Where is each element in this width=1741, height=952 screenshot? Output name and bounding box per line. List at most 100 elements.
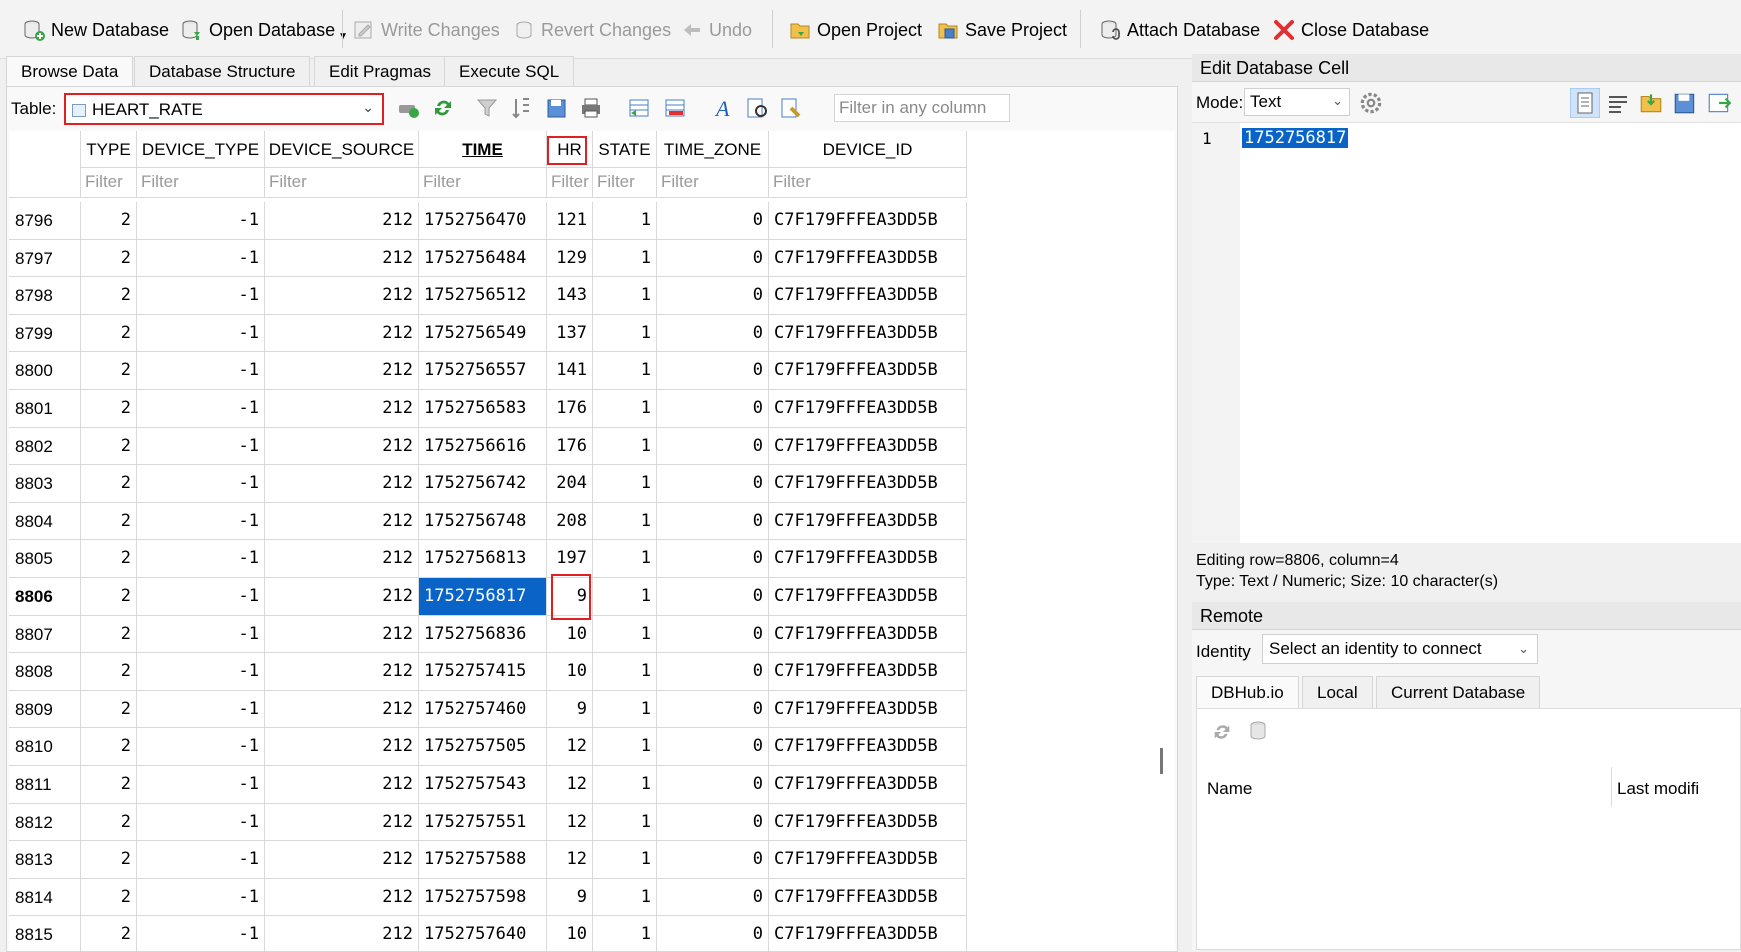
table-cell[interactable]: 10: [547, 615, 593, 654]
table-cell[interactable]: 1752757543: [419, 766, 547, 804]
column-filter-input[interactable]: Filter: [81, 168, 137, 198]
column-header-name[interactable]: Name: [1207, 769, 1252, 809]
column-filter-input[interactable]: Filter: [265, 168, 419, 198]
table-cell[interactable]: C7F179FFFEA3DD5B: [769, 390, 967, 428]
row-header[interactable]: 8800: [9, 352, 81, 390]
table-cell[interactable]: 1752756470: [419, 202, 547, 240]
text-mode-icon[interactable]: [1570, 88, 1600, 118]
column-filter-input[interactable]: Filter: [769, 168, 967, 198]
table-cell[interactable]: 1: [593, 202, 657, 240]
table-cell[interactable]: 1: [593, 540, 657, 578]
table-cell[interactable]: -1: [137, 615, 265, 654]
column-filter-input[interactable]: Filter: [137, 168, 265, 198]
tab-dbhub[interactable]: DBHub.io: [1196, 676, 1299, 709]
save-results-icon[interactable]: [545, 96, 569, 120]
table-cell[interactable]: 212: [265, 352, 419, 390]
table-cell[interactable]: 1: [593, 841, 657, 879]
table-cell[interactable]: 2: [81, 277, 137, 315]
row-header[interactable]: 8801: [9, 390, 81, 428]
attach-database-button[interactable]: Attach Database: [1098, 8, 1260, 52]
row-header[interactable]: 8796: [9, 202, 81, 240]
table-cell[interactable]: 0: [657, 878, 769, 917]
table-cell[interactable]: 12: [547, 728, 593, 766]
tab-edit-pragmas[interactable]: Edit Pragmas: [314, 56, 447, 87]
tab-browse-data[interactable]: Browse Data: [6, 56, 134, 87]
table-cell[interactable]: 2: [81, 578, 137, 616]
cell-editor-text[interactable]: 1752756817: [1242, 128, 1349, 148]
table-cell[interactable]: -1: [137, 239, 265, 278]
table-cell[interactable]: 1752756817: [419, 578, 547, 616]
revert-changes-button[interactable]: Revert Changes: [512, 8, 671, 52]
table-cell[interactable]: 1: [593, 615, 657, 654]
table-cell[interactable]: 1: [593, 239, 657, 278]
table-cell[interactable]: 176: [547, 427, 593, 466]
table-cell[interactable]: 9: [547, 690, 593, 729]
table-cell[interactable]: -1: [137, 766, 265, 804]
table-cell[interactable]: -1: [137, 502, 265, 541]
table-cell[interactable]: 208: [547, 502, 593, 541]
table-cell[interactable]: 0: [657, 352, 769, 390]
table-cell[interactable]: 12: [547, 841, 593, 879]
table-select[interactable]: HEART_RATE ⌄: [64, 93, 384, 125]
table-cell[interactable]: 197: [547, 540, 593, 578]
row-header[interactable]: 8797: [9, 239, 81, 278]
table-cell[interactable]: -1: [137, 878, 265, 917]
table-cell[interactable]: 0: [657, 390, 769, 428]
open-project-button[interactable]: Open Project: [788, 8, 922, 52]
table-cell[interactable]: 2: [81, 239, 137, 278]
table-cell[interactable]: 1752756583: [419, 390, 547, 428]
table-cell[interactable]: 10: [547, 916, 593, 951]
tab-execute-sql[interactable]: Execute SQL: [444, 56, 575, 87]
table-cell[interactable]: C7F179FFFEA3DD5B: [769, 916, 967, 951]
row-header[interactable]: 8813: [9, 841, 81, 879]
find-replace-icon[interactable]: [779, 96, 803, 120]
row-header[interactable]: 8802: [9, 427, 81, 466]
table-cell[interactable]: 0: [657, 277, 769, 315]
column-filter-input[interactable]: Filter: [593, 168, 657, 198]
table-cell[interactable]: 1752756512: [419, 277, 547, 315]
table-cell[interactable]: 1752756748: [419, 502, 547, 541]
row-header[interactable]: 8811: [9, 766, 81, 804]
table-cell[interactable]: -1: [137, 465, 265, 503]
export-file-icon[interactable]: [1672, 90, 1698, 116]
table-cell[interactable]: 2: [81, 916, 137, 951]
table-cell[interactable]: 212: [265, 314, 419, 353]
identity-select[interactable]: Select an identity to connect ⌄: [1262, 634, 1538, 664]
row-header[interactable]: 8815: [9, 916, 81, 951]
table-cell[interactable]: -1: [137, 841, 265, 879]
table-cell[interactable]: 2: [81, 653, 137, 691]
column-header-device-source[interactable]: DEVICE_SOURCE: [265, 131, 419, 168]
table-cell[interactable]: 1752757505: [419, 728, 547, 766]
table-cell[interactable]: 0: [657, 653, 769, 691]
table-cell[interactable]: 1752757551: [419, 803, 547, 842]
table-cell[interactable]: 9: [547, 878, 593, 917]
table-cell[interactable]: -1: [137, 540, 265, 578]
table-cell[interactable]: 12: [547, 803, 593, 842]
table-cell[interactable]: 212: [265, 690, 419, 729]
tab-database-structure[interactable]: Database Structure: [134, 56, 311, 87]
table-cell[interactable]: 1: [593, 878, 657, 917]
table-cell[interactable]: 1752756813: [419, 540, 547, 578]
table-cell[interactable]: C7F179FFFEA3DD5B: [769, 239, 967, 278]
column-header-state[interactable]: STATE: [593, 131, 657, 168]
table-cell[interactable]: C7F179FFFEA3DD5B: [769, 615, 967, 654]
table-cell[interactable]: 212: [265, 841, 419, 879]
write-changes-button[interactable]: Write Changes: [352, 8, 500, 52]
table-cell[interactable]: 0: [657, 427, 769, 466]
table-cell[interactable]: C7F179FFFEA3DD5B: [769, 202, 967, 240]
table-cell[interactable]: C7F179FFFEA3DD5B: [769, 728, 967, 766]
table-cell[interactable]: 212: [265, 578, 419, 616]
table-cell[interactable]: 129: [547, 239, 593, 278]
table-cell[interactable]: 0: [657, 239, 769, 278]
table-cell[interactable]: -1: [137, 803, 265, 842]
table-cell[interactable]: -1: [137, 202, 265, 240]
sync-icon[interactable]: [1211, 721, 1233, 743]
table-cell[interactable]: 137: [547, 314, 593, 353]
table-cell[interactable]: 212: [265, 728, 419, 766]
table-cell[interactable]: 212: [265, 803, 419, 842]
table-cell[interactable]: 2: [81, 878, 137, 917]
table-cell[interactable]: 1: [593, 314, 657, 353]
row-header[interactable]: 8809: [9, 690, 81, 729]
row-header[interactable]: 8803: [9, 465, 81, 503]
table-cell[interactable]: 0: [657, 314, 769, 353]
